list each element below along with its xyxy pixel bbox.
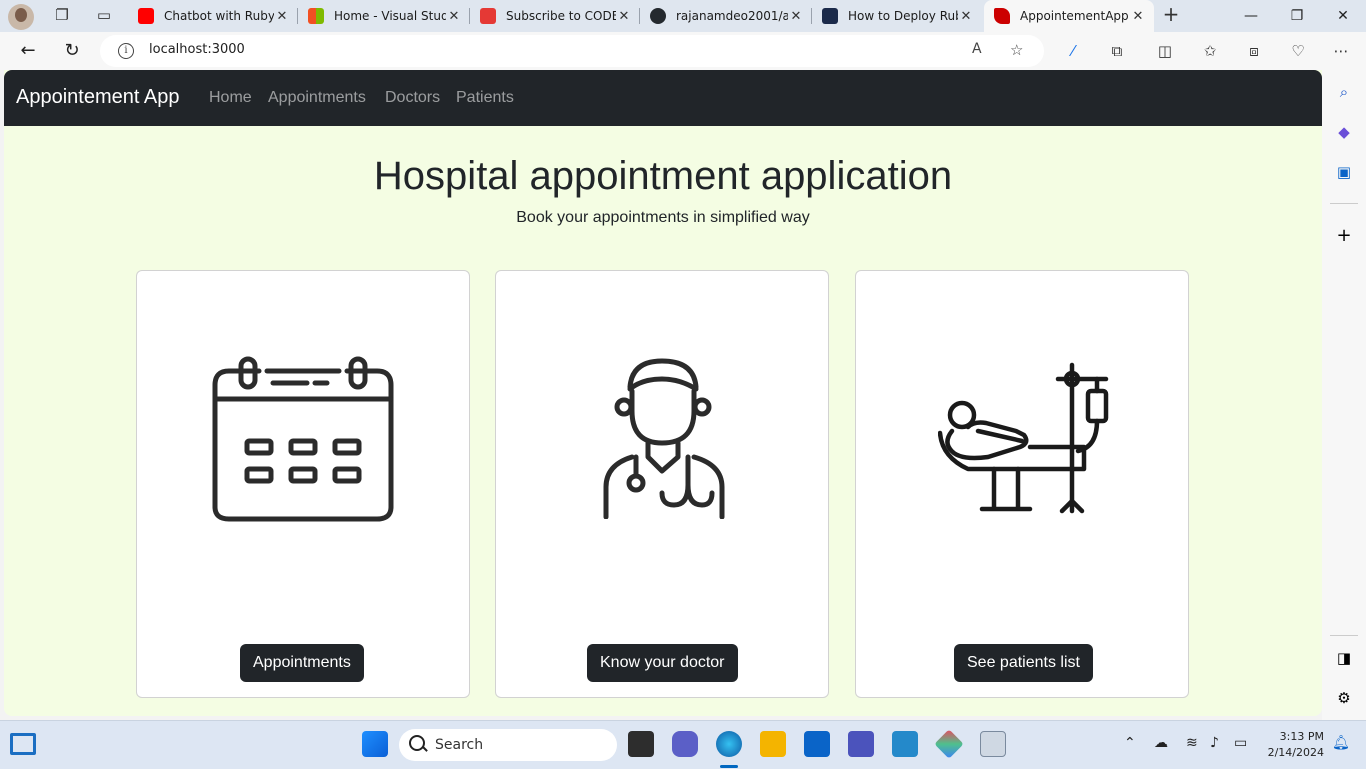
task-view-icon[interactable]	[628, 731, 654, 757]
extensions-icon[interactable]: ⧉	[1107, 41, 1127, 61]
doctor-illustration	[603, 358, 725, 519]
copilot-icon[interactable]: ◆	[1334, 122, 1354, 142]
know-your-doctor-button[interactable]: Know your doctor	[587, 644, 738, 682]
nav-appointments[interactable]: Appointments	[268, 89, 366, 107]
teams-chat-icon[interactable]	[672, 731, 698, 757]
onedrive-icon[interactable]: ☁	[1154, 735, 1168, 751]
add-sidebar-app-icon[interactable]: +	[1334, 226, 1354, 246]
brand-link[interactable]: Appointement App	[16, 86, 179, 109]
address-bar[interactable]: i localhost:3000 A ☆	[100, 35, 1044, 67]
microsoft-icon	[308, 8, 324, 24]
widgets-icon[interactable]	[10, 733, 36, 755]
b4a-icon	[822, 8, 838, 24]
monitor-app-icon[interactable]	[980, 731, 1006, 757]
battery-icon[interactable]: ▭	[1234, 735, 1247, 751]
code-icon	[480, 8, 496, 24]
start-windows-icon[interactable]	[362, 731, 388, 757]
wifi-icon[interactable]: ≋	[1186, 735, 1198, 751]
close-tab-icon[interactable]: ✕	[958, 9, 974, 24]
close-window-icon[interactable]: ✕	[1320, 0, 1366, 32]
page-title: Hospital appointment application	[373, 154, 953, 198]
profile-avatar[interactable]	[8, 4, 34, 30]
workspaces-icon[interactable]: ❐	[53, 6, 71, 24]
restore-icon[interactable]: ❐	[1274, 0, 1320, 32]
minimize-icon[interactable]: —	[1228, 0, 1274, 32]
outlook-icon[interactable]: ▣	[1334, 162, 1354, 182]
appointments-button[interactable]: Appointments	[240, 644, 364, 682]
nav-home[interactable]: Home	[209, 89, 252, 107]
rails-icon	[994, 8, 1010, 24]
vscode-icon[interactable]	[892, 731, 918, 757]
tab-visual-studio[interactable]: Home - Visual Studi ✕	[300, 0, 470, 32]
youtube-icon	[138, 8, 154, 24]
outlook-app-icon[interactable]	[804, 731, 830, 757]
nav-doctors[interactable]: Doctors	[385, 89, 440, 107]
search-icon	[409, 735, 425, 751]
tab-appointement-app[interactable]: AppointementApp ✕	[984, 0, 1154, 32]
back-icon[interactable]: ←	[16, 40, 40, 62]
new-tab-icon[interactable]: +	[1162, 4, 1180, 24]
site-info-icon[interactable]: i	[118, 43, 134, 59]
see-patients-list-button[interactable]: See patients list	[954, 644, 1093, 682]
file-explorer-icon[interactable]	[760, 731, 786, 757]
more-menu-icon[interactable]: ⋯	[1331, 41, 1351, 61]
git-app-icon[interactable]	[934, 729, 964, 759]
close-tab-icon[interactable]: ✕	[1130, 9, 1146, 24]
settings-gear-icon[interactable]: ⚙	[1334, 688, 1354, 708]
patients-card: See patients list	[855, 270, 1189, 698]
show-hidden-icons-icon[interactable]: ⌃	[1124, 735, 1136, 751]
appointments-card: Appointments	[136, 270, 470, 698]
patient-bed-illustration	[938, 362, 1109, 514]
close-tab-icon[interactable]: ✕	[616, 9, 632, 24]
tab-chatbot[interactable]: Chatbot with Ruby o ✕	[130, 0, 298, 32]
tab-subscribe-code[interactable]: Subscribe to CODE ✕	[472, 0, 640, 32]
refresh-icon[interactable]: ↻	[60, 40, 84, 62]
page-subtitle: Book your appointments in simplified way	[516, 209, 810, 226]
edge-browser-icon[interactable]	[716, 731, 742, 757]
navbar: Appointement App Home Appointments Docto…	[4, 70, 1322, 126]
edge-sidebar: ⌕ ◆ ▣ + ◨ ⚙	[1322, 70, 1366, 720]
calendar-illustration	[212, 356, 394, 522]
collections-icon[interactable]: ⧈	[1244, 41, 1264, 61]
tab-github[interactable]: rajanamdeo2001/ap ✕	[642, 0, 812, 32]
search-icon[interactable]: ⌕	[1334, 82, 1354, 102]
favorite-star-icon[interactable]: ☆	[1010, 41, 1023, 59]
browser-essentials-icon[interactable]: ♡	[1288, 41, 1308, 61]
github-icon	[650, 8, 666, 24]
doctor-card: Know your doctor	[495, 270, 829, 698]
tab-strip: ❐ ▭ Chatbot with Ruby o ✕ Home - Visual …	[0, 0, 1366, 32]
read-aloud-icon[interactable]: A	[972, 41, 982, 57]
browser-toolbar: ← ↻ i localhost:3000 A ☆ ⁄ ⧉ ◫ ✩ ⧈ ♡ ⋯	[0, 32, 1366, 70]
close-tab-icon[interactable]: ✕	[788, 9, 804, 24]
split-screen-icon[interactable]: ◫	[1155, 41, 1175, 61]
tab-actions-icon[interactable]: ▭	[95, 6, 113, 24]
system-clock[interactable]: 3:13 PM 2/14/2024	[1262, 729, 1324, 761]
address-input[interactable]: localhost:3000	[149, 42, 245, 57]
close-tab-icon[interactable]: ✕	[446, 9, 462, 24]
tab-deploy-ruby[interactable]: How to Deploy Ruby ✕	[814, 0, 982, 32]
close-tab-icon[interactable]: ✕	[274, 9, 290, 24]
windows-taskbar: Search ⌃ ☁ ≋ ♪ ▭ 3:13 PM 2/14/2024 🔔︎	[0, 720, 1366, 769]
volume-icon[interactable]: ♪	[1210, 735, 1219, 751]
favorites-icon[interactable]: ✩	[1200, 41, 1220, 61]
notifications-bell-icon[interactable]: 🔔︎	[1332, 735, 1350, 751]
copilot-pen-icon[interactable]: ⁄	[1063, 41, 1083, 61]
taskbar-search[interactable]: Search	[399, 729, 617, 761]
hide-sidebar-icon[interactable]: ◨	[1334, 648, 1354, 668]
nav-patients[interactable]: Patients	[456, 89, 514, 107]
teams-app-icon[interactable]	[848, 731, 874, 757]
page-viewport: Appointement App Home Appointments Docto…	[4, 70, 1322, 716]
